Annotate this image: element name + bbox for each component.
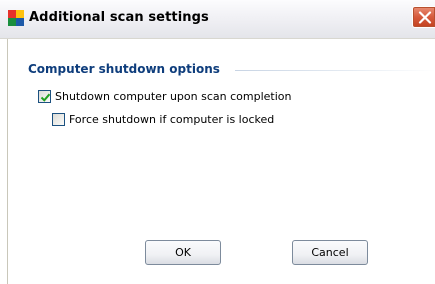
force-shutdown-checkbox[interactable]	[52, 112, 65, 126]
section-title: Computer shutdown options	[28, 62, 220, 76]
ok-button[interactable]: OK	[145, 240, 221, 265]
window-title: Additional scan settings	[29, 10, 209, 25]
title-bar[interactable]: Additional scan settings	[0, 0, 435, 39]
avg-logo-icon	[8, 10, 24, 26]
window-frame	[7, 0, 8, 284]
dialog-window: Additional scan settings Computer shutdo…	[0, 0, 435, 284]
force-shutdown-label: Force shutdown if computer is locked	[69, 112, 275, 126]
checkmark-icon	[40, 93, 51, 102]
shutdown-option[interactable]: Shutdown computer upon scan completion	[38, 88, 291, 104]
shutdown-checkbox[interactable]	[38, 89, 51, 103]
cancel-button[interactable]: Cancel	[292, 240, 368, 265]
force-shutdown-option[interactable]: Force shutdown if computer is locked	[52, 111, 274, 127]
section-divider	[235, 70, 435, 71]
shutdown-label: Shutdown computer upon scan completion	[55, 89, 292, 103]
close-icon	[418, 11, 432, 24]
close-button[interactable]	[412, 6, 435, 28]
